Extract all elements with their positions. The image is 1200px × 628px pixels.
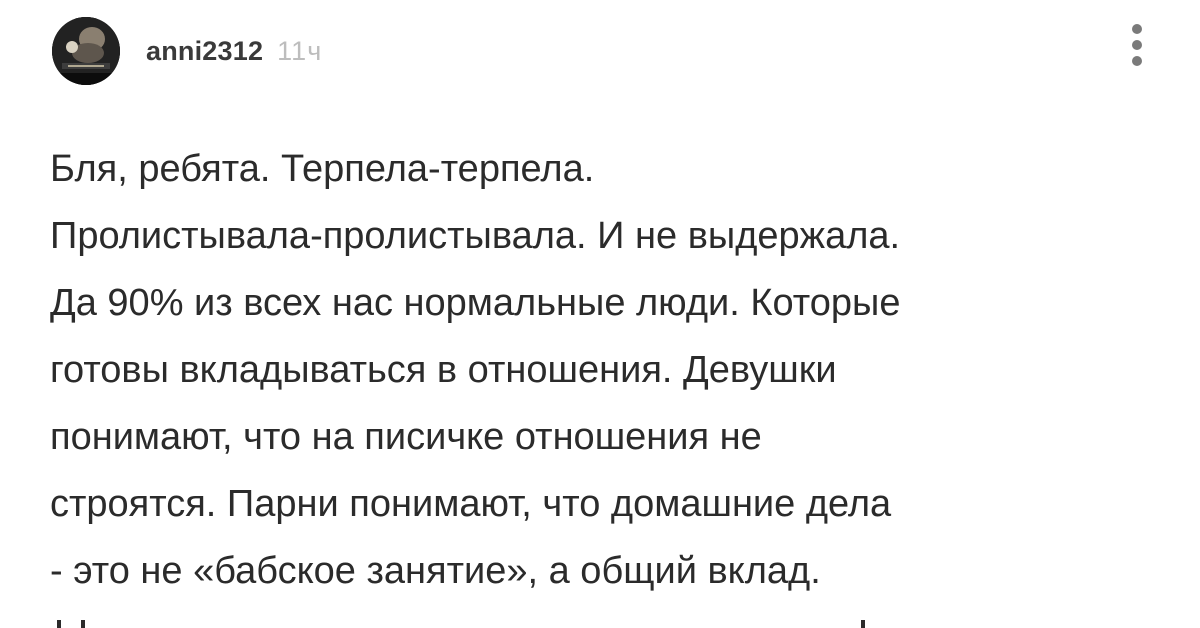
comment-text-line: Да 90% из всех нас нормальные люди. Кото… bbox=[50, 282, 901, 324]
comment-body: Бля, ребята. Терпела-терпела. Пролистыва… bbox=[50, 136, 1160, 605]
more-vertical-icon bbox=[1132, 40, 1142, 50]
clipped-glyph bbox=[861, 620, 865, 628]
clipped-glyph bbox=[57, 620, 61, 628]
comment-text-line: понимают, что на писичке отношения не bbox=[50, 416, 762, 458]
comment-text-line: - это не «бабское занятие», а общий вкла… bbox=[50, 550, 821, 592]
comment-header: anni2312 11ч bbox=[52, 17, 322, 85]
author-username[interactable]: anni2312 bbox=[146, 36, 263, 67]
comment-timestamp: 11ч bbox=[277, 35, 323, 66]
more-options-button[interactable] bbox=[1122, 20, 1152, 70]
comment-text-line: Бля, ребята. Терпела-терпела. bbox=[50, 148, 595, 190]
more-vertical-icon bbox=[1132, 56, 1142, 66]
clipped-text-line bbox=[55, 612, 1155, 628]
user-avatar[interactable] bbox=[52, 17, 120, 85]
comment-text-line: строятся. Парни понимают, что домашние д… bbox=[50, 483, 892, 525]
comment-text-line: Пролистывала-пролистывала. И не выдержал… bbox=[50, 215, 901, 257]
clipped-glyph bbox=[81, 620, 85, 628]
more-vertical-icon bbox=[1132, 24, 1142, 34]
comment-text-line: готовы вкладываться в отношения. Девушки bbox=[50, 349, 837, 391]
avatar-image-icon bbox=[52, 17, 120, 85]
